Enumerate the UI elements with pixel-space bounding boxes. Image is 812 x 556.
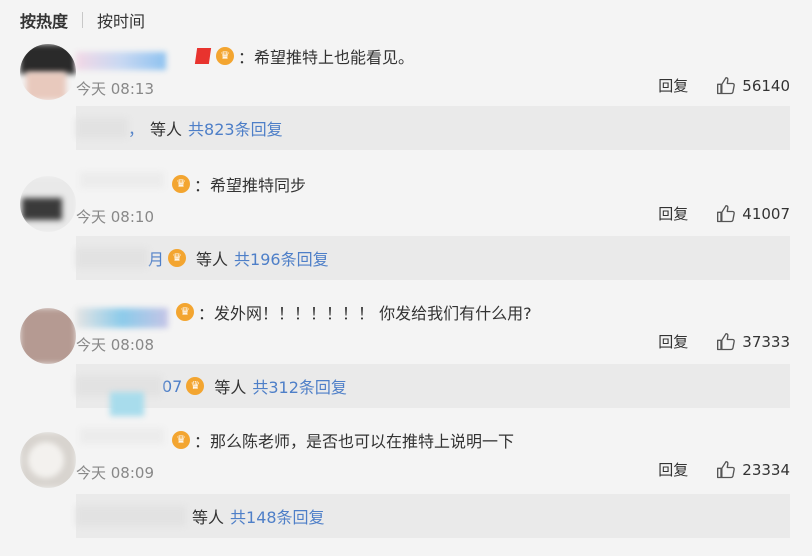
like-count: 37333: [742, 332, 790, 351]
comment-text: ：那么陈老师，是否也可以在推特上说明一下: [194, 432, 515, 451]
reply-button[interactable]: 回复: [658, 75, 688, 96]
tab-sort-hot[interactable]: 按热度: [20, 8, 68, 32]
like-count: 56140: [742, 76, 790, 95]
comment-body: ♛ ：希望推特同步: [168, 172, 306, 196]
reply-others: 等人: [196, 250, 229, 269]
crown-badge-icon: ♛: [216, 47, 234, 65]
comment-actions: 回复 23334: [658, 459, 790, 480]
reply-user-tail: 月: [148, 250, 165, 269]
flag-badge-icon: [194, 48, 212, 64]
sort-tabs: 按热度 按时间: [20, 8, 145, 32]
crown-badge-icon: ♛: [186, 377, 205, 395]
comment-text: ：希望推特上也能看见。: [238, 48, 415, 67]
like-count: 23334: [742, 460, 790, 479]
reply-others: 等人: [214, 378, 247, 397]
comment-item: ♛ ：那么陈老师，是否也可以在推特上说明一下 今天 08:09 回复 23334…: [0, 428, 812, 556]
comment-body: ♛ ：那么陈老师，是否也可以在推特上说明一下: [168, 428, 514, 452]
comment-time: 今天 08:09: [76, 464, 154, 482]
reply-others: 等人: [150, 120, 183, 139]
comment-text: ：发外网！！！！！！！ 你发给我们有什么用?: [198, 304, 532, 323]
crown-badge-icon: ♛: [172, 431, 190, 449]
reply-summary[interactable]: 等人 共148条回复: [76, 494, 790, 538]
crown-badge-icon: ♛: [168, 249, 187, 267]
reply-summary[interactable]: 月 ♛ 等人 共196条回复: [76, 236, 790, 280]
reply-button[interactable]: 回复: [658, 331, 688, 352]
tab-sort-time[interactable]: 按时间: [97, 8, 145, 32]
thumbs-up-icon[interactable]: [716, 204, 736, 224]
reply-count-link[interactable]: 共196条回复: [234, 246, 329, 270]
reply-button[interactable]: 回复: [658, 203, 688, 224]
reply-count-link[interactable]: 共148条回复: [230, 504, 325, 528]
avatar[interactable]: [20, 432, 76, 488]
avatar[interactable]: [20, 44, 76, 100]
thumbs-up-icon[interactable]: [716, 332, 736, 352]
thumbs-up-icon[interactable]: [716, 76, 736, 96]
crown-badge-icon: ♛: [172, 175, 190, 193]
comment-time: 今天 08:10: [76, 208, 154, 226]
comment-actions: 回复 37333: [658, 331, 790, 352]
redacted-overlay: [110, 392, 144, 416]
reply-summary[interactable]: 07 ♛ 等人 共312条回复: [76, 364, 790, 408]
comment-item: ♛ ：希望推特上也能看见。 今天 08:13 回复 56140 ， 等人 共82…: [0, 44, 812, 172]
crown-badge-icon: ♛: [176, 303, 194, 321]
reply-count-link[interactable]: 共823条回复: [188, 116, 283, 140]
username-redacted: [76, 52, 166, 70]
comment-actions: 回复 41007: [658, 203, 790, 224]
reply-others: 等人: [192, 508, 225, 527]
tab-divider: [82, 12, 84, 28]
avatar[interactable]: [20, 308, 76, 364]
comment-item: ♛ ：希望推特同步 今天 08:10 回复 41007 月 ♛ 等人 共196条…: [0, 172, 812, 300]
username-redacted: [76, 308, 168, 328]
comment-time: 今天 08:08: [76, 336, 154, 354]
thumbs-up-icon[interactable]: [716, 460, 736, 480]
like-count: 41007: [742, 204, 790, 223]
comment-actions: 回复 56140: [658, 75, 790, 96]
reply-button[interactable]: 回复: [658, 459, 688, 480]
reply-summary[interactable]: ， 等人 共823条回复: [76, 106, 790, 150]
reply-count-link[interactable]: 共312条回复: [252, 374, 347, 398]
comment-time: 今天 08:13: [76, 80, 154, 98]
comment-body: ♛ ：发外网！！！！！！！ 你发给我们有什么用?: [172, 300, 532, 324]
comment-item: ♛ ：发外网！！！！！！！ 你发给我们有什么用? 今天 08:08 回复 373…: [0, 300, 812, 428]
username-redacted: [80, 428, 164, 444]
comment-body: ♛ ：希望推特上也能看见。: [194, 44, 415, 68]
avatar[interactable]: [20, 176, 76, 232]
username-redacted: [80, 172, 164, 188]
reply-user-tail: 07: [162, 376, 183, 396]
reply-user-tail: ，: [128, 120, 145, 139]
comment-text: ：希望推特同步: [194, 176, 307, 195]
